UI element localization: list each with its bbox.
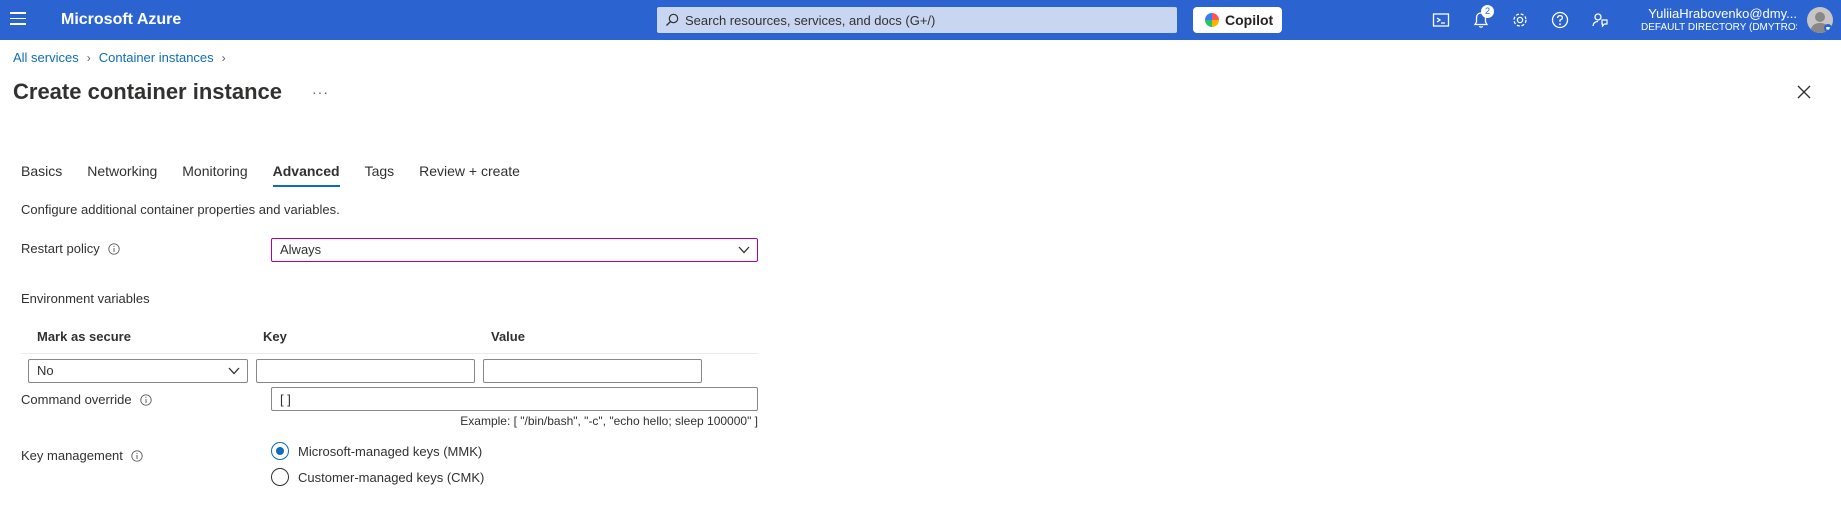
search-input[interactable]	[685, 7, 1165, 33]
chevron-down-icon	[738, 246, 750, 254]
radio-cmk-label: Customer-managed keys (CMK)	[298, 469, 485, 485]
radio-selected-icon	[271, 442, 289, 460]
tab-advanced[interactable]: Advanced	[272, 163, 340, 187]
chevron-right-icon: ›	[221, 50, 226, 65]
notification-badge: 2	[1481, 5, 1494, 18]
tab-networking[interactable]: Networking	[87, 163, 157, 187]
user-account[interactable]: YuliiaHrabovenko@dmy... DEFAULT DIRECTOR…	[1641, 6, 1797, 34]
breadcrumb: All services › Container instances ›	[13, 50, 234, 65]
env-key-input[interactable]	[256, 359, 475, 383]
column-header-secure: Mark as secure	[37, 329, 131, 344]
user-directory: DEFAULT DIRECTORY (DMYTROS...	[1641, 22, 1797, 33]
command-override-input[interactable]	[271, 387, 758, 411]
tab-monitoring[interactable]: Monitoring	[182, 163, 247, 187]
mark-secure-dropdown[interactable]: No	[28, 359, 248, 383]
more-options-icon[interactable]: ···	[312, 84, 329, 100]
info-icon[interactable]	[108, 242, 120, 255]
info-icon[interactable]	[131, 449, 143, 462]
top-bar: Microsoft Azure Copilot 2 YuliiaHraboven…	[0, 0, 1841, 40]
brand-title[interactable]: Microsoft Azure	[61, 11, 181, 29]
copilot-icon	[1205, 13, 1219, 27]
command-override-example: Example: [ "/bin/bash", "-c", "echo hell…	[460, 414, 758, 428]
env-vars-title: Environment variables	[21, 291, 150, 306]
hamburger-icon[interactable]	[10, 12, 26, 26]
restart-policy-label-row: Restart policy	[21, 241, 120, 256]
tab-basics[interactable]: Basics	[21, 163, 62, 187]
radio-cmk[interactable]: Customer-managed keys (CMK)	[271, 468, 484, 486]
radio-unselected-icon	[271, 468, 289, 486]
breadcrumb-all-services[interactable]: All services	[13, 50, 79, 65]
avatar[interactable]	[1807, 7, 1833, 33]
gear-icon[interactable]	[1510, 10, 1530, 30]
close-icon[interactable]	[1796, 84, 1812, 100]
radio-mmk-label: Microsoft-managed keys (MMK)	[298, 443, 483, 459]
global-search[interactable]	[657, 7, 1177, 33]
wizard-tabs: Basics Networking Monitoring Advanced Ta…	[21, 163, 545, 187]
column-header-value: Value	[491, 329, 525, 344]
avatar-icon	[1810, 12, 1832, 33]
env-value-input[interactable]	[483, 359, 702, 383]
key-management-label: Key management	[21, 448, 123, 463]
page-title: Create container instance	[13, 79, 282, 104]
feedback-icon[interactable]	[1590, 10, 1610, 30]
mark-secure-value: No	[37, 363, 54, 378]
copilot-button[interactable]: Copilot	[1193, 7, 1282, 33]
breadcrumb-container-instances[interactable]: Container instances	[99, 50, 214, 65]
restart-policy-value: Always	[280, 242, 322, 257]
user-name: YuliiaHrabovenko@dmy...	[1648, 6, 1797, 21]
chevron-down-icon	[228, 367, 240, 375]
help-icon[interactable]	[1550, 10, 1570, 30]
copilot-label: Copilot	[1225, 12, 1274, 28]
restart-policy-label: Restart policy	[21, 241, 100, 256]
table-header-divider	[21, 353, 758, 354]
command-override-label-row: Command override	[21, 392, 152, 407]
radio-mmk[interactable]: Microsoft-managed keys (MMK)	[271, 442, 482, 460]
tab-tags[interactable]: Tags	[365, 163, 395, 187]
column-header-key: Key	[263, 329, 287, 344]
section-description: Configure additional container propertie…	[21, 202, 340, 217]
cloud-shell-icon[interactable]	[1431, 10, 1451, 30]
chevron-right-icon: ›	[86, 50, 91, 65]
restart-policy-dropdown[interactable]: Always	[271, 238, 758, 262]
command-override-label: Command override	[21, 392, 132, 407]
search-icon	[666, 13, 679, 26]
info-icon[interactable]	[139, 393, 152, 406]
key-management-label-row: Key management	[21, 448, 143, 463]
tab-review-create[interactable]: Review + create	[419, 163, 520, 187]
